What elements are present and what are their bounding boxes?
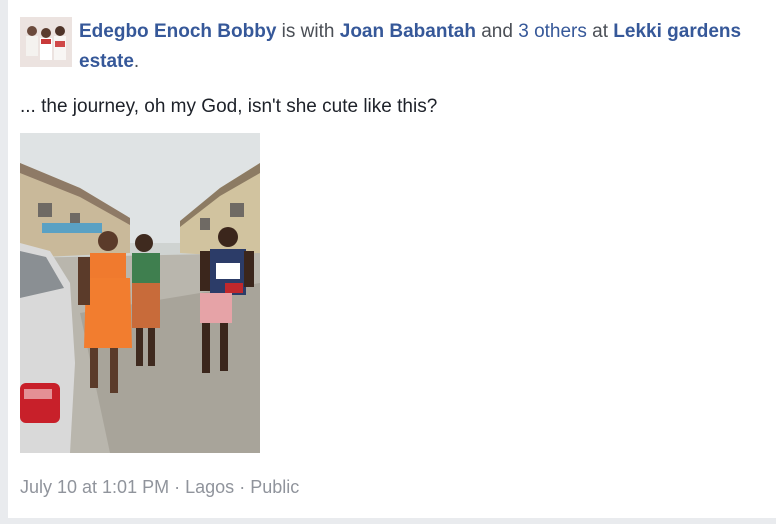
separator-dot: · [239, 477, 246, 497]
bottom-rail [0, 518, 776, 524]
period-text: . [133, 51, 140, 72]
others-link[interactable]: 3 others [518, 21, 587, 42]
timestamp-link[interactable]: July 10 at 1:01 PM [20, 477, 169, 497]
author-link[interactable]: Edegbo Enoch Bobby [79, 21, 276, 42]
separator-dot: · [174, 477, 181, 497]
left-rail [0, 0, 8, 524]
place-link[interactable]: Lagos [185, 477, 234, 497]
avatar-image [20, 17, 72, 67]
privacy-setting[interactable]: Public [250, 477, 299, 497]
post-footer: July 10 at 1:01 PM · Lagos · Public [20, 474, 299, 500]
post-text: ... the journey, oh my God, isn't she cu… [20, 96, 438, 117]
with-text: is with [281, 21, 335, 42]
avatar[interactable] [20, 17, 72, 67]
post-photo[interactable] [20, 133, 260, 453]
and-text: and [481, 21, 513, 42]
at-text: at [592, 21, 609, 42]
post-header: Edegbo Enoch Bobby is with Joan Babantah… [79, 17, 769, 77]
tagged-person-link[interactable]: Joan Babantah [340, 21, 476, 42]
